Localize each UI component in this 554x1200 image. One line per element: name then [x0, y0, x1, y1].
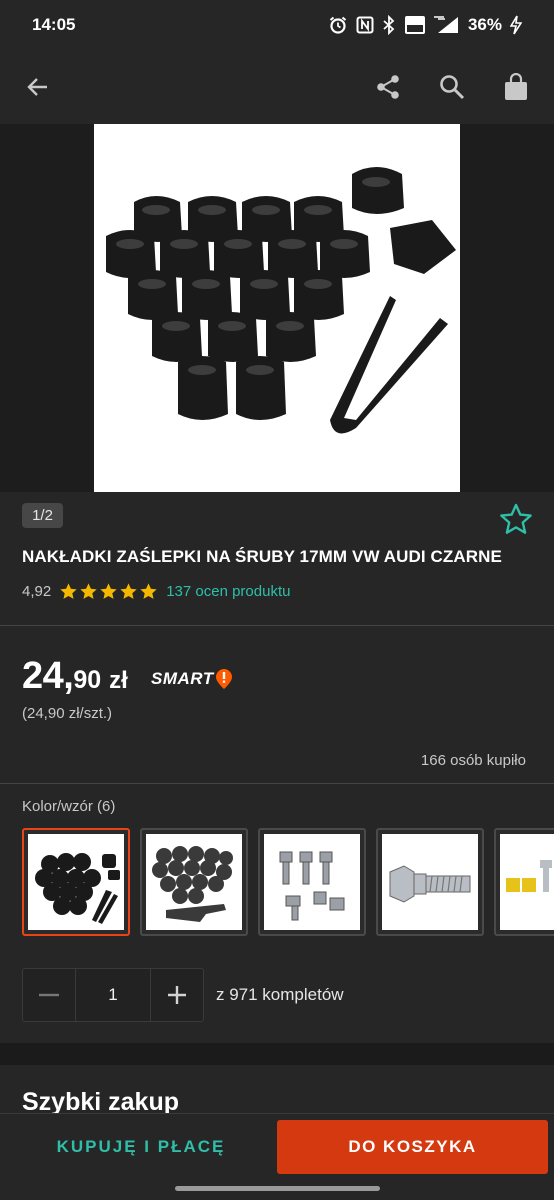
section-separator — [0, 1043, 554, 1065]
variant-option[interactable] — [140, 828, 248, 936]
share-icon — [377, 75, 399, 99]
locking-bolts-thumb — [279, 851, 345, 921]
star-outline-icon — [500, 503, 532, 534]
battery-percent: 36% — [467, 15, 502, 34]
quantity-row: 1 z 971 kompletów — [22, 968, 344, 1022]
variant-list[interactable] — [22, 828, 554, 936]
wheel-nut-caps-image — [106, 167, 456, 434]
product-title: NAKŁADKI ZAŚLEPKI NA ŚRUBY 17MM VW AUDI … — [22, 547, 502, 566]
grey-caps-thumb — [152, 846, 233, 922]
back-arrow-icon — [27, 78, 47, 96]
bottom-action-bar: KUPUJĘ I PŁACĘ DO KOSZYKA — [0, 1113, 554, 1179]
increase-button[interactable] — [151, 969, 203, 1021]
divider — [0, 783, 554, 784]
decrease-button[interactable] — [23, 969, 75, 1021]
divider — [0, 625, 554, 626]
price: 24, 90 zł — [22, 655, 128, 698]
quantity-stepper[interactable]: 1 — [22, 968, 204, 1022]
share-button[interactable] — [366, 65, 410, 109]
variant-option[interactable] — [376, 828, 484, 936]
rating-row[interactable]: 4,92 137 ocen produktu — [22, 582, 290, 601]
variant-option[interactable] — [22, 828, 130, 936]
alarm-icon — [329, 16, 347, 34]
status-icons: 36% — [328, 15, 522, 35]
variant-thumbnail — [28, 834, 124, 930]
yellow-locks-thumb — [506, 860, 552, 892]
smart-badge[interactable]: SMART — [151, 668, 233, 690]
cart-button[interactable] — [494, 65, 538, 109]
search-button[interactable] — [430, 65, 474, 109]
variant-thumbnail — [146, 834, 242, 930]
add-to-cart-button[interactable]: DO KOSZYKA — [277, 1120, 548, 1174]
minus-icon — [39, 993, 59, 997]
gallery-counter: 1/2 — [22, 503, 63, 528]
status-bar: 14:05 36% — [0, 0, 554, 50]
smart-label: SMART — [151, 669, 214, 688]
variant-option[interactable] — [258, 828, 366, 936]
search-icon — [440, 75, 465, 100]
shopping-bag-icon — [505, 73, 527, 100]
quantity-input[interactable]: 1 — [75, 969, 151, 1021]
unit-price: (24,90 zł/szt.) — [22, 705, 113, 722]
smart-exclamation-icon — [215, 669, 232, 689]
bought-count: 166 osób kupiło — [420, 752, 526, 769]
variant-label: Kolor/wzór (6) — [22, 798, 116, 815]
product-gallery[interactable] — [0, 124, 554, 492]
wheel-bolt-thumb — [389, 865, 471, 903]
variant-thumbnail — [500, 834, 554, 930]
black-caps-thumb — [35, 853, 120, 924]
star-icon — [140, 583, 157, 599]
system-nav-bar — [0, 1179, 554, 1200]
plus-icon — [168, 986, 186, 1004]
buy-now-button[interactable]: KUPUJĘ I PŁACĘ — [0, 1120, 282, 1174]
rating-value: 4,92 — [22, 583, 52, 600]
stock-info: z 971 kompletów — [216, 985, 344, 1004]
star-icon — [120, 583, 137, 599]
variant-option[interactable] — [494, 828, 554, 936]
product-image[interactable] — [94, 124, 460, 492]
status-time: 14:05 — [32, 15, 76, 34]
charging-icon — [510, 15, 522, 35]
variant-thumbnail — [264, 834, 360, 930]
variant-thumbnail — [382, 834, 478, 930]
star-icon — [100, 583, 117, 599]
star-icon — [80, 583, 97, 599]
app-bar — [0, 50, 554, 124]
rating-stars — [59, 582, 158, 601]
gesture-handle[interactable] — [175, 1186, 380, 1191]
nfc-icon — [356, 16, 374, 34]
rating-count-link[interactable]: 137 ocen produktu — [166, 583, 290, 600]
price-decimal: 90 — [73, 666, 102, 694]
star-icon — [60, 583, 77, 599]
price-integer: 24, — [22, 655, 74, 697]
bluetooth-icon — [383, 15, 395, 35]
back-button[interactable] — [16, 65, 60, 109]
favorite-button[interactable] — [498, 502, 534, 536]
price-currency: zł — [109, 667, 128, 694]
volte-icon — [404, 16, 425, 34]
signal-icon — [433, 16, 458, 33]
